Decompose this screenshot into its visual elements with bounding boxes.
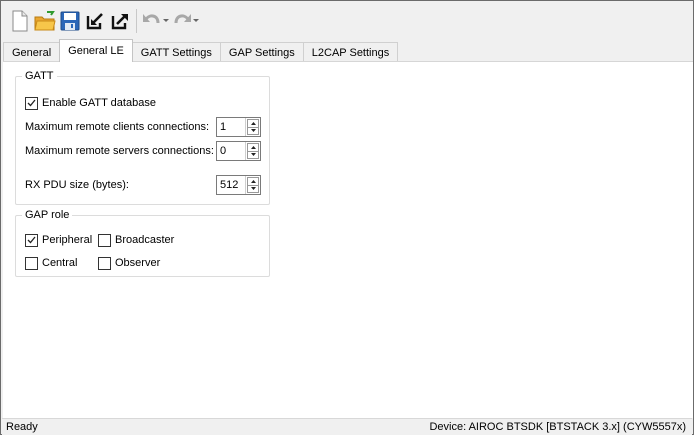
open-button[interactable] [33, 8, 57, 34]
tab-l2cap-settings[interactable]: L2CAP Settings [302, 42, 399, 62]
peripheral-checkbox[interactable] [25, 233, 38, 247]
peripheral-checkbox-row[interactable]: Peripheral [25, 230, 92, 250]
remote-servers-label: Maximum remote servers connections: [25, 145, 214, 157]
gap-role-groupbox: GAP role Peripheral Broadcaster Central [15, 209, 270, 277]
remote-servers-spin-up[interactable] [247, 143, 259, 151]
enable-gatt-checkbox-row[interactable]: Enable GATT database [25, 93, 156, 113]
chevron-down-icon [193, 19, 199, 22]
remote-servers-spinbox[interactable]: 0 [216, 141, 261, 161]
checkmark-icon [27, 99, 36, 107]
remote-servers-label-row: Maximum remote servers connections: [25, 141, 214, 161]
status-text: Ready [6, 421, 38, 433]
enable-gatt-label: Enable GATT database [42, 97, 156, 109]
remote-clients-spinbox[interactable]: 1 [216, 117, 261, 137]
toolbar-separator [136, 9, 137, 33]
arrow-down-icon [250, 153, 256, 157]
open-folder-icon [34, 11, 56, 31]
arrow-up-icon [250, 179, 256, 183]
rx-pdu-spin-up[interactable] [247, 177, 259, 185]
chevron-down-icon [163, 19, 169, 22]
tab-general-le[interactable]: General LE [59, 39, 133, 62]
rx-pdu-label-row: RX PDU size (bytes): [25, 175, 129, 195]
redo-icon [174, 14, 191, 24]
undo-dropdown[interactable] [162, 8, 170, 34]
new-file-icon [12, 10, 28, 32]
remote-clients-value[interactable]: 1 [217, 118, 245, 136]
tab-page-general-le: GATT Enable GATT database Maximum remote… [3, 61, 693, 418]
tab-general[interactable]: General [3, 42, 61, 62]
remote-clients-spin-up[interactable] [247, 119, 259, 127]
redo-dropdown[interactable] [192, 8, 200, 34]
export-icon [111, 14, 128, 30]
enable-gatt-checkbox[interactable] [25, 96, 38, 110]
tab-gap-settings[interactable]: GAP Settings [219, 42, 304, 62]
central-checkbox-row[interactable]: Central [25, 253, 77, 273]
broadcaster-checkbox[interactable] [98, 233, 111, 247]
new-file-button[interactable] [8, 8, 32, 34]
gatt-group-title: GATT [22, 70, 57, 83]
undo-icon [143, 14, 160, 24]
broadcaster-checkbox-row[interactable]: Broadcaster [98, 230, 174, 250]
broadcaster-label: Broadcaster [115, 234, 175, 246]
central-label: Central [42, 257, 78, 269]
gatt-groupbox: GATT Enable GATT database Maximum remote… [15, 70, 270, 205]
undo-button[interactable] [142, 8, 170, 34]
redo-button[interactable] [172, 8, 200, 34]
gap-role-group-title: GAP role [22, 209, 73, 222]
device-status-text: Device: AIROC BTSDK [BTSTACK 3.x] (CYW55… [429, 421, 686, 433]
import-icon [86, 13, 103, 30]
checkmark-icon [27, 236, 36, 244]
central-checkbox[interactable] [25, 256, 38, 270]
rx-pdu-label: RX PDU size (bytes): [25, 179, 129, 191]
arrow-up-icon [250, 145, 256, 149]
rx-pdu-spinbox[interactable]: 512 [216, 175, 261, 195]
status-bar: Ready Device: AIROC BTSDK [BTSTACK 3.x] … [2, 418, 692, 435]
rx-pdu-value[interactable]: 512 [217, 176, 245, 194]
toolbar [2, 2, 692, 40]
export-button[interactable] [108, 8, 132, 34]
arrow-up-icon [250, 121, 256, 125]
remote-servers-value[interactable]: 0 [217, 142, 245, 160]
import-button[interactable] [83, 8, 107, 34]
save-icon [60, 11, 80, 31]
observer-checkbox-row[interactable]: Observer [98, 253, 160, 273]
arrow-down-icon [250, 129, 256, 133]
remote-servers-spin-down[interactable] [247, 150, 259, 159]
rx-pdu-spin-down[interactable] [247, 184, 259, 193]
remote-clients-spin-down[interactable] [247, 126, 259, 135]
app-window: General General LE GATT Settings GAP Set… [0, 0, 694, 435]
tab-strip: General General LE GATT Settings GAP Set… [3, 39, 399, 62]
observer-checkbox[interactable] [98, 256, 111, 270]
remote-clients-label-row: Maximum remote clients connections: [25, 117, 209, 137]
observer-label: Observer [115, 257, 161, 269]
arrow-down-icon [250, 187, 256, 191]
save-button[interactable] [58, 8, 82, 34]
remote-clients-label: Maximum remote clients connections: [25, 121, 210, 133]
peripheral-label: Peripheral [42, 234, 93, 246]
tab-gatt-settings[interactable]: GATT Settings [131, 42, 221, 62]
